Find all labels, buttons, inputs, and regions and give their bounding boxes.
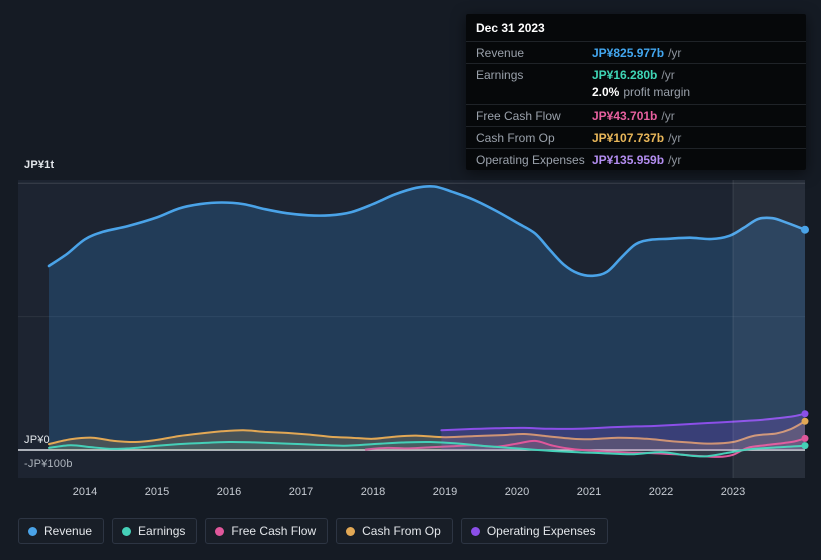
cash-from-op-endpoint-dot	[801, 417, 809, 425]
tooltip-label-cashop: Cash From Op	[476, 131, 555, 145]
tooltip-row-revenue: Revenue JP¥825.977b /yr	[466, 42, 806, 64]
tooltip-label-earnings: Earnings	[476, 68, 524, 82]
y-axis-label-1t: JP¥1t	[24, 159, 55, 171]
legend-label: Free Cash Flow	[231, 524, 317, 538]
tooltip-suffix: /yr	[661, 109, 675, 123]
profit-margin-value: 2.0%	[592, 85, 620, 99]
tooltip-row-earnings: Earnings JP¥16.280b /yr 2.0% profit margi…	[466, 64, 806, 105]
tooltip-suffix: /yr	[668, 131, 682, 145]
tooltip-label-opex: Operating Expenses	[476, 153, 585, 167]
latest-period-highlight-band	[733, 180, 805, 478]
chart-legend: Revenue Earnings Free Cash Flow Cash Fro…	[18, 518, 608, 544]
profit-margin-label: profit margin	[623, 85, 691, 99]
legend-label: Revenue	[44, 524, 93, 538]
x-axis-label: 2015	[145, 486, 169, 498]
x-axis-label: 2016	[217, 486, 241, 498]
y-axis-label-neg100b: -JP¥100b	[24, 458, 73, 470]
tooltip-suffix: /yr	[668, 46, 682, 60]
tooltip-suffix: /yr	[661, 68, 675, 82]
legend-item-earnings[interactable]: Earnings	[112, 518, 198, 544]
free-cash-flow-endpoint-dot	[801, 434, 809, 442]
tooltip-date: Dec 31 2023	[466, 14, 806, 42]
x-axis-label: 2021	[577, 486, 601, 498]
x-axis-label: 2018	[361, 486, 385, 498]
free-cash-flow-legend-dot-icon	[215, 526, 225, 536]
x-axis-label: 2022	[649, 486, 673, 498]
revenue-legend-dot-icon	[28, 526, 37, 536]
tooltip-suffix: /yr	[668, 153, 682, 167]
legend-label: Operating Expenses	[486, 524, 596, 538]
legend-item-revenue[interactable]: Revenue	[18, 518, 105, 544]
tooltip-row-free-cash-flow: Free Cash Flow JP¥43.701b /yr	[466, 105, 806, 127]
x-axis-label: 2019	[433, 486, 457, 498]
earnings-legend-dot-icon	[122, 526, 132, 536]
x-axis-label: 2020	[505, 486, 529, 498]
tooltip-value-earnings: JP¥16.280b	[592, 68, 658, 82]
tooltip-value-opex: JP¥135.959b	[592, 153, 665, 167]
earnings-endpoint-dot	[801, 442, 809, 450]
tooltip-value-fcf: JP¥43.701b	[592, 109, 658, 123]
tooltip-value-cashop: JP¥107.737b	[592, 131, 665, 145]
operating-expenses-endpoint-dot	[801, 410, 809, 418]
tooltip-row-operating-expenses: Operating Expenses JP¥135.959b /yr	[466, 149, 806, 170]
legend-label: Cash From Op	[362, 524, 441, 538]
chart-tooltip: Dec 31 2023 Revenue JP¥825.977b /yr Earn…	[466, 14, 806, 170]
x-axis-label: 2023	[721, 486, 745, 498]
cash-from-op-legend-dot-icon	[346, 526, 356, 536]
legend-label: Earnings	[138, 524, 186, 538]
earnings-revenue-history-panel: 2014 2015 2016 2017 2018 2019 2020 2021 2022 2023…	[0, 0, 821, 560]
x-axis-label: 2017	[289, 486, 313, 498]
x-axis-label: 2014	[73, 486, 97, 498]
legend-item-cash-from-op[interactable]: Cash From Op	[336, 518, 453, 544]
tooltip-earnings-line: Earnings JP¥16.280b /yr	[466, 64, 806, 85]
legend-item-free-cash-flow[interactable]: Free Cash Flow	[205, 518, 329, 544]
tooltip-label-fcf: Free Cash Flow	[476, 109, 561, 123]
legend-item-operating-expenses[interactable]: Operating Expenses	[460, 518, 608, 544]
tooltip-value-revenue: JP¥825.977b	[592, 46, 665, 60]
revenue-endpoint-dot	[801, 225, 809, 234]
tooltip-row-cash-from-op: Cash From Op JP¥107.737b /yr	[466, 127, 806, 149]
tooltip-label-revenue: Revenue	[476, 46, 525, 60]
y-axis-label-zero: JP¥0	[24, 434, 50, 446]
tooltip-profit-margin: 2.0% profit margin	[466, 85, 806, 104]
operating-expenses-legend-dot-icon	[470, 526, 480, 536]
